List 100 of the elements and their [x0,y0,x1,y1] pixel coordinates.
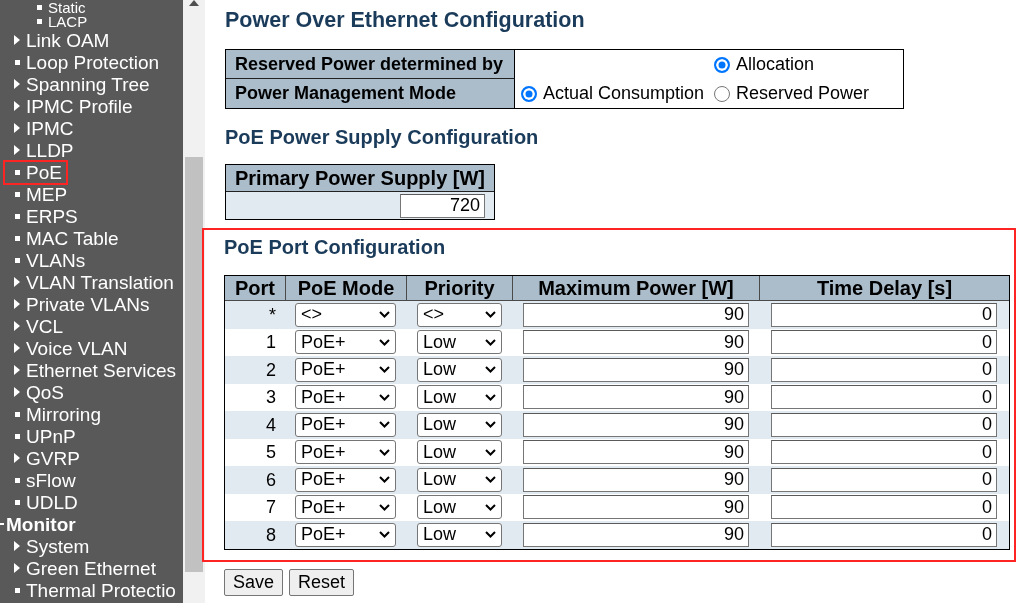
number-field[interactable]: 90 [523,412,749,437]
square-bullet-icon [15,499,20,505]
row-header: Reserved Power determined by [226,50,515,79]
square-bullet-icon [15,59,20,65]
radio-label[interactable]: Reserved Power [736,83,870,104]
dropdown[interactable]: Low [417,357,502,382]
action-button[interactable]: Reset [289,568,355,596]
triangle-icon [14,563,20,573]
nav-section[interactable]: Monitor [0,514,76,534]
table-cell: 8 [266,524,276,545]
square-bullet-icon [15,411,20,417]
nav-item[interactable]: PoE [3,159,68,185]
radio-label[interactable]: Actual Consumption [543,83,705,104]
up-triangle-icon[interactable] [189,0,199,6]
number-field[interactable]: 0 [771,495,997,520]
chevron-down-icon [379,366,390,374]
number-field[interactable]: 90 [523,330,749,355]
chevron-down-icon [485,531,496,539]
dropdown[interactable]: PoE+ [295,467,396,492]
page-title: Power Over Ethernet Configuration [225,7,585,33]
chevron-down-icon [485,421,496,429]
square-bullet-icon [15,213,20,219]
chevron-down-icon [379,476,390,484]
action-button[interactable]: Save [224,568,284,596]
dropdown[interactable]: <> [417,302,502,327]
dropdown[interactable]: Low [417,330,502,355]
scrollbar[interactable] [183,0,205,603]
chevron-down-icon [379,311,390,319]
square-bullet-icon [15,235,20,241]
radio-button[interactable] [521,85,537,102]
number-field[interactable]: 0 [771,302,997,327]
dropdown[interactable]: PoE+ [295,495,396,520]
scrollbar-thumb[interactable] [185,157,203,572]
radio-button[interactable] [714,85,730,102]
nav-item[interactable]: System [3,533,96,559]
nav-item[interactable]: LACP [25,14,94,29]
dropdown[interactable]: Low [417,412,502,437]
table-cell: 6 [266,469,276,490]
nav-item[interactable]: Static [25,0,92,15]
chevron-down-icon [379,393,390,401]
square-bullet-icon [15,169,20,175]
dropdown[interactable]: PoE+ [295,330,396,355]
dropdown[interactable]: PoE+ [295,412,396,437]
section-title: PoE Port Configuration [224,235,446,259]
table-cell: 4 [266,414,276,435]
number-field[interactable]: 90 [523,522,749,547]
row-header: Power Management Mode [226,79,515,108]
chevron-down-icon [379,421,390,429]
column-header: Port [225,276,286,301]
square-bullet-icon [37,4,42,10]
square-bullet-icon [15,587,20,593]
dropdown[interactable]: <> [295,302,396,327]
column-header: Primary Power Supply [W] [226,165,494,192]
square-bullet-icon [15,191,20,197]
number-field[interactable]: 720 [400,193,485,218]
radio-label[interactable]: Allocation [736,54,815,75]
column-header: Priority [407,276,513,301]
triangle-icon [14,79,20,89]
triangle-icon [14,387,20,397]
dropdown[interactable]: PoE+ [295,385,396,410]
triangle-icon [14,365,20,375]
dropdown[interactable]: Low [417,495,502,520]
table-cell: 3 [266,387,276,408]
dropdown[interactable]: PoE+ [295,522,396,547]
triangle-icon [14,541,20,551]
chevron-down-icon [379,448,390,456]
number-field[interactable]: 0 [771,440,997,465]
dropdown[interactable]: PoE+ [295,357,396,382]
chevron-down-icon [379,531,390,539]
square-bullet-icon [15,257,20,263]
radio-button[interactable] [714,56,730,73]
table-cell: 5 [266,442,276,463]
number-field[interactable]: 0 [771,412,997,437]
number-field[interactable]: 0 [771,357,997,382]
dropdown[interactable]: PoE+ [295,440,396,465]
number-field[interactable]: 0 [771,330,997,355]
dropdown[interactable]: Low [417,522,502,547]
table-cell: * [269,304,276,325]
triangle-icon [14,145,20,155]
nav-item[interactable]: Thermal Protectio [3,577,182,603]
dropdown[interactable]: Low [417,440,502,465]
number-field[interactable]: 90 [523,302,749,327]
chevron-down-icon [485,366,496,374]
triangle-icon [14,453,20,463]
number-field[interactable]: 90 [523,357,749,382]
number-field[interactable]: 90 [523,467,749,492]
dropdown[interactable]: Low [417,385,502,410]
number-field[interactable]: 0 [771,385,997,410]
number-field[interactable]: 90 [523,385,749,410]
triangle-icon [14,299,20,309]
number-field[interactable]: 0 [771,467,997,492]
chevron-down-icon [379,338,390,346]
square-bullet-icon [37,19,42,25]
triangle-icon [14,321,20,331]
number-field[interactable]: 90 [523,440,749,465]
minus-icon [0,523,4,525]
dropdown[interactable]: Low [417,467,502,492]
number-field[interactable]: 0 [771,522,997,547]
number-field[interactable]: 90 [523,495,749,520]
column-header: Maximum Power [W] [513,276,760,301]
